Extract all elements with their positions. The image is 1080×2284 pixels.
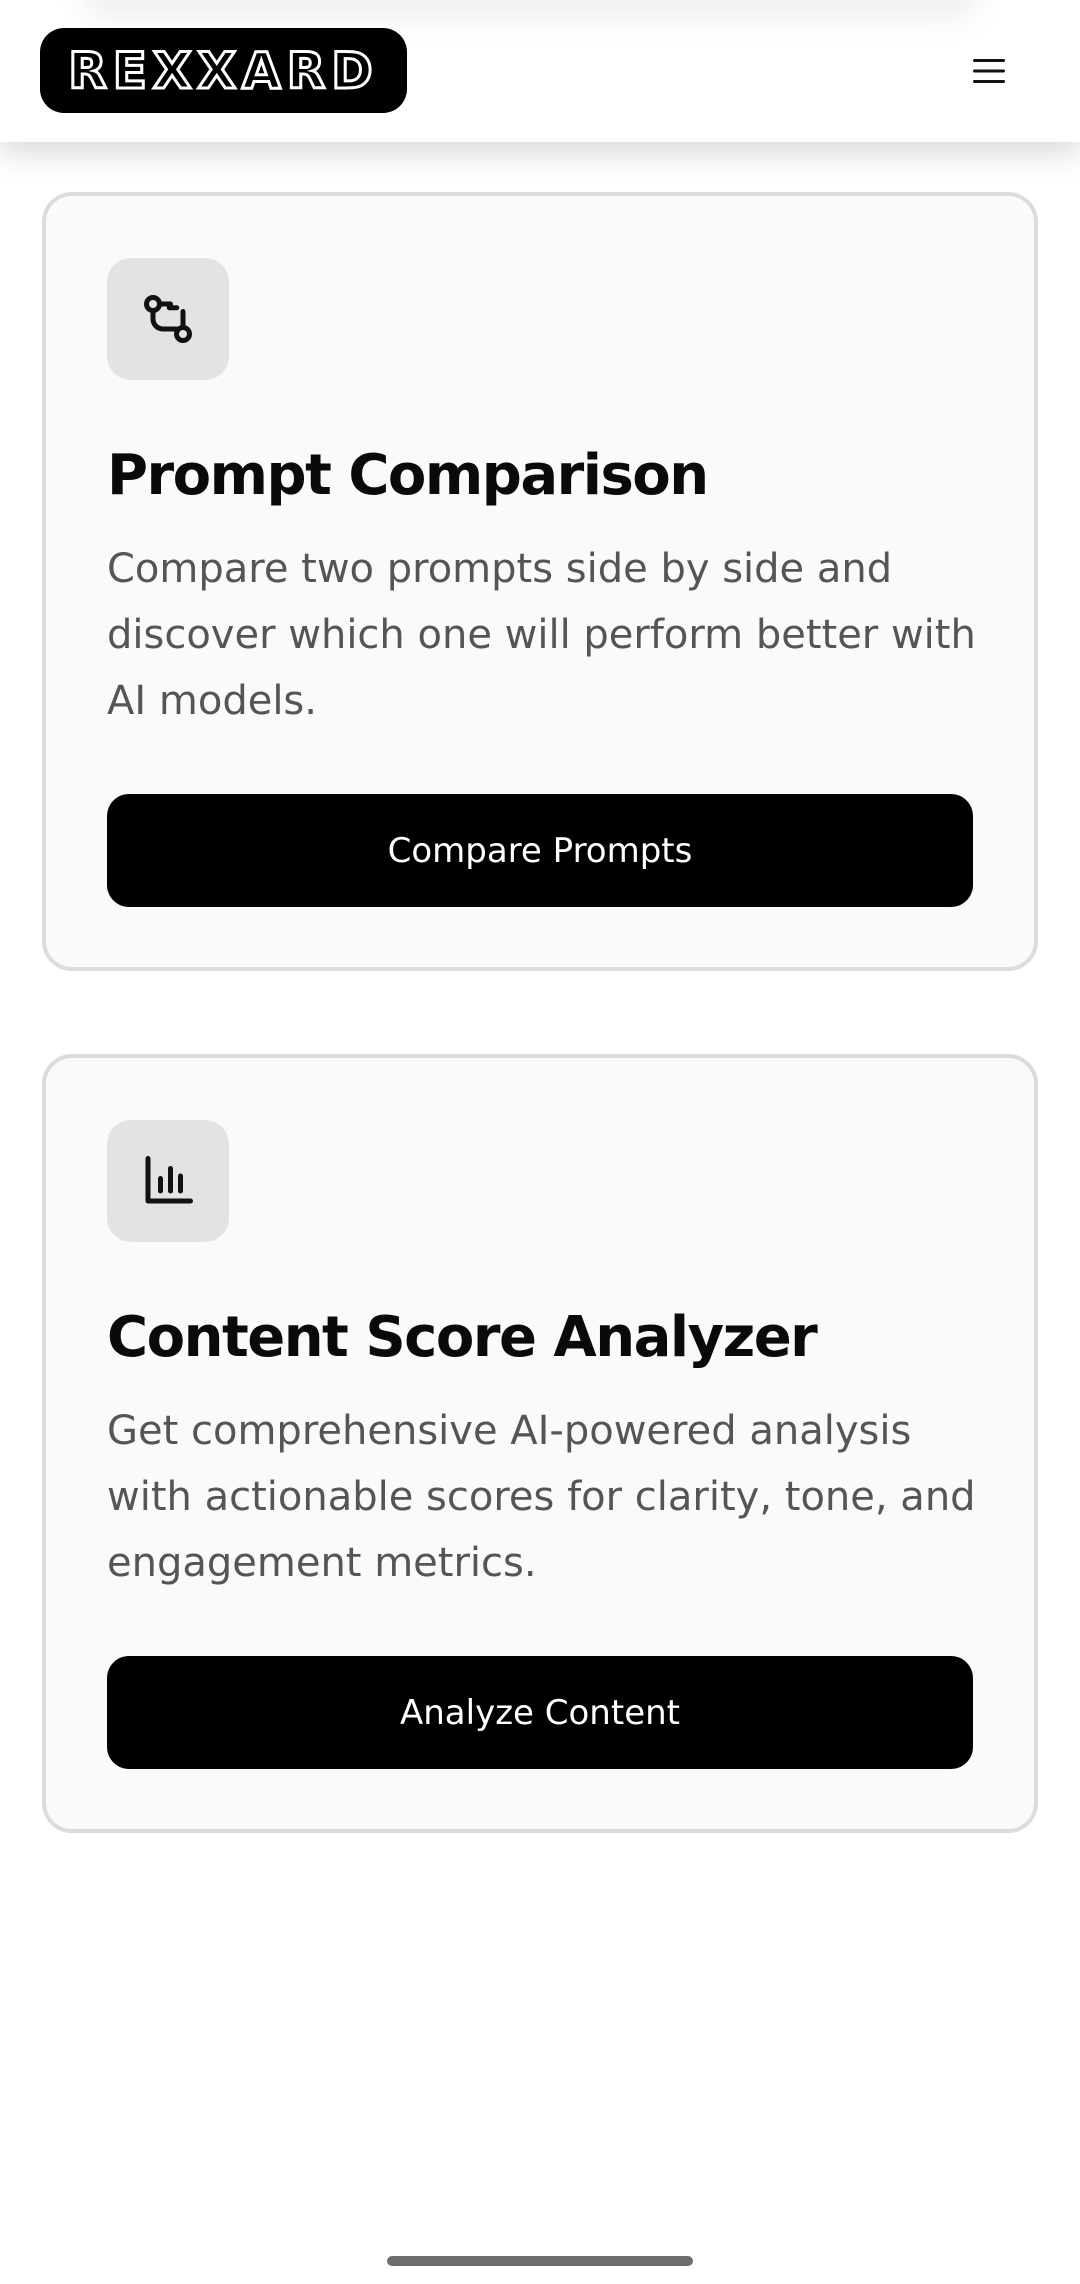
feature-icon-box [107,1120,229,1242]
brand-logo[interactable]: REXXARD [40,28,407,113]
home-indicator[interactable] [387,2256,693,2266]
feature-icon-box [107,258,229,380]
feature-card-content-score-analyzer: Content Score Analyzer Get comprehensive… [42,1054,1038,1833]
hamburger-icon [973,59,1005,83]
card-description: Get comprehensive AI-powered analysis wi… [107,1408,976,1586]
compare-prompts-button[interactable]: Compare Prompts [107,794,973,907]
git-compare-icon [144,295,192,343]
analyze-content-button[interactable]: Analyze Content [107,1656,973,1769]
card-title: Content Score Analyzer [107,1305,818,1370]
card-title: Prompt Comparison [107,443,709,508]
bar-chart-icon [145,1156,193,1204]
top-header: REXXARD [0,0,1080,142]
page: REXXARD Prompt Comparison Compare two pr… [0,0,1080,2284]
brand-logo-text: REXXARD [67,40,379,101]
feature-card-prompt-comparison: Prompt Comparison Compare two prompts si… [42,192,1038,971]
header-shadow [80,0,980,20]
card-description: Compare two prompts side by side and dis… [107,546,976,724]
menu-button[interactable] [962,48,1016,94]
